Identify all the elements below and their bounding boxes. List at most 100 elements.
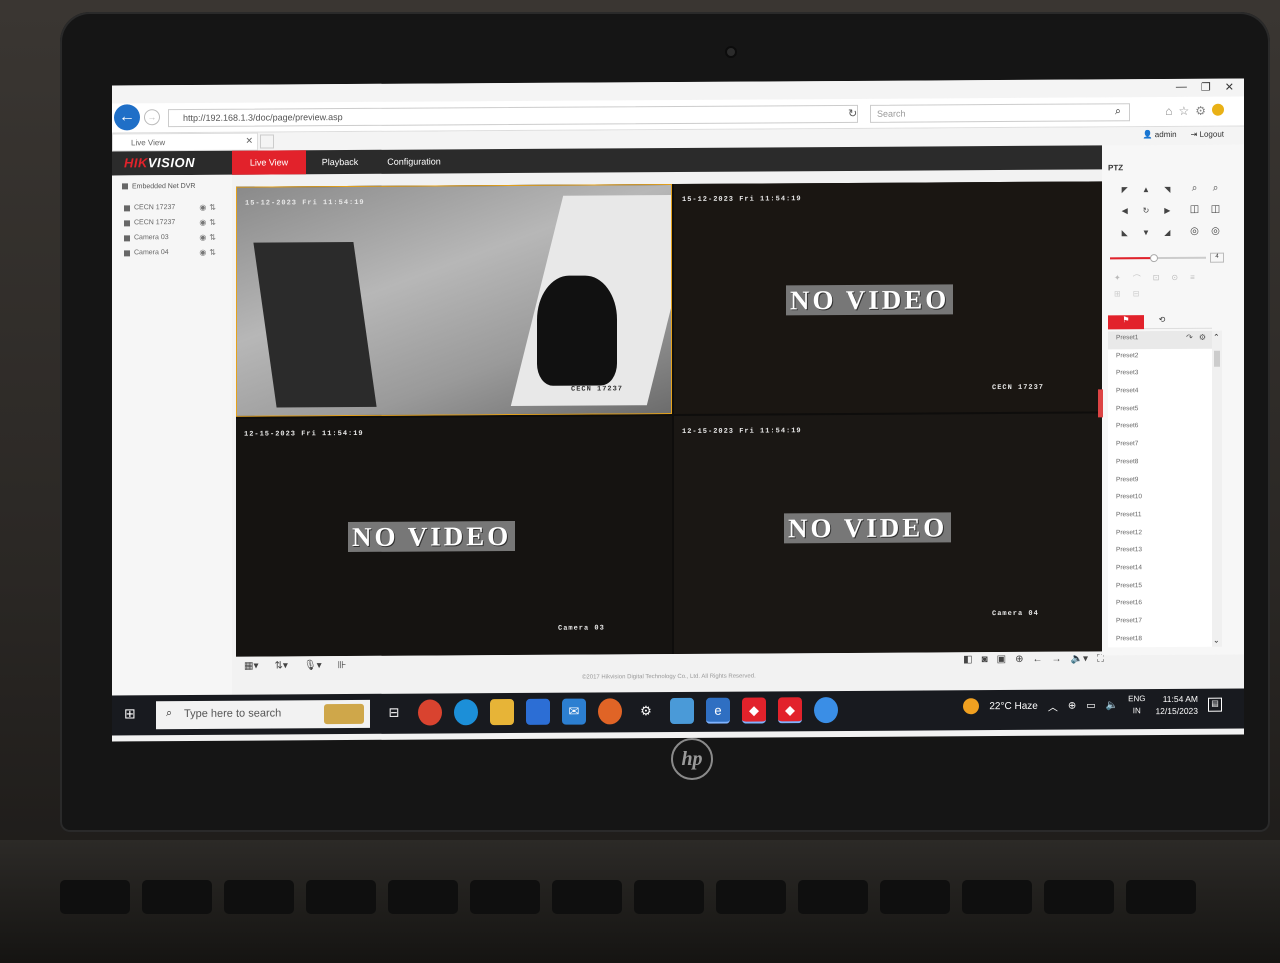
weather-icon[interactable] — [963, 698, 980, 715]
ptz-up-right-icon[interactable]: ◥ — [1157, 185, 1178, 198]
minimize-icon[interactable]: — — [1176, 81, 1187, 94]
iris-close-icon[interactable]: ◎ — [1205, 225, 1226, 240]
scroll-thumb[interactable] — [1214, 350, 1220, 367]
tree-camera-item[interactable]: CECN 17237 ◉ ⇅ — [124, 218, 216, 228]
3d-positioning-icon[interactable]: ⊞ — [1114, 289, 1121, 298]
preset-item[interactable]: Preset11 — [1108, 508, 1212, 526]
preset-item[interactable]: Preset17 — [1108, 614, 1212, 632]
tree-camera-item[interactable]: Camera 04 ◉ ⇅ — [124, 248, 216, 258]
tab-close-icon[interactable]: ✕ — [245, 136, 253, 147]
light-icon[interactable]: ✦ — [1114, 273, 1121, 284]
volume-icon[interactable]: 🔈 — [1106, 700, 1118, 711]
browser-tab[interactable]: Live View ✕ — [112, 132, 258, 152]
ptz-down-right-icon[interactable]: ◢ — [1157, 228, 1178, 241]
preset-item[interactable]: Preset2 — [1108, 348, 1212, 366]
preset-item[interactable]: Preset15 — [1108, 578, 1212, 596]
edge-icon[interactable] — [454, 699, 478, 726]
layout-grid-icon[interactable]: ▦▾ — [244, 661, 258, 672]
focus-far-icon[interactable]: ◫ — [1205, 204, 1226, 219]
forward-button[interactable]: → — [144, 109, 160, 126]
restore-icon[interactable]: ❐ — [1201, 81, 1211, 94]
stream-icon[interactable]: ⇅ — [209, 233, 216, 242]
ptz-up-left-icon[interactable]: ◤ — [1114, 185, 1135, 198]
stream-type-icon[interactable]: ⇅▾ — [274, 660, 287, 671]
record-icon[interactable]: ◉ — [199, 248, 206, 257]
preset-item[interactable]: Preset3 — [1108, 366, 1212, 384]
zoom-out-icon[interactable]: ⌕ — [1205, 183, 1226, 198]
chrome-icon[interactable] — [418, 699, 442, 726]
audio-icon[interactable]: ⊪ — [338, 660, 347, 671]
preset-item[interactable]: Preset1 ↷ ⚙ — [1108, 330, 1212, 350]
focus-assist-icon[interactable]: ⊡ — [1153, 273, 1160, 284]
weather-text[interactable]: 22°C Haze — [989, 700, 1037, 711]
panel-collapse-tab[interactable] — [1098, 389, 1103, 418]
scroll-down-icon[interactable]: ⌄ — [1213, 636, 1220, 645]
tree-root[interactable]: Embedded Net DVR — [122, 183, 195, 190]
prev-page-icon[interactable]: ← — [1033, 654, 1043, 665]
focus-near-icon[interactable]: ◫ — [1184, 204, 1205, 219]
wiper-icon[interactable]: ⌒ — [1133, 273, 1141, 284]
settings-gear-icon[interactable]: ⚙ — [1195, 104, 1206, 118]
settings-icon[interactable]: ⚙ — [634, 698, 658, 724]
tab-configuration[interactable]: Configuration — [376, 149, 452, 173]
preset-item[interactable]: Preset7 — [1108, 437, 1212, 455]
ptz-speed-slider[interactable] — [1110, 254, 1206, 263]
clock[interactable]: 11:54 AM 12/15/2023 — [1155, 693, 1198, 717]
tab-preset-icon[interactable]: ⚑ — [1108, 315, 1144, 330]
next-page-icon[interactable]: → — [1052, 654, 1062, 665]
tab-live-view[interactable]: Live View — [232, 150, 306, 175]
digital-zoom-icon[interactable]: ⊕ — [1015, 654, 1023, 665]
record-icon[interactable]: ▣ — [997, 654, 1006, 665]
preset-scrollbar[interactable]: ⌃ ⌄ — [1212, 330, 1222, 647]
logout-link[interactable]: ⇥ Logout — [1191, 130, 1224, 139]
record-icon[interactable]: ◉ — [199, 233, 206, 242]
record-icon[interactable]: ◉ — [199, 218, 206, 227]
preset-item[interactable]: Preset13 — [1108, 543, 1212, 561]
ptz-auto-icon[interactable]: ↻ — [1135, 206, 1156, 219]
zoom-in-icon[interactable]: ⌕ — [1184, 183, 1205, 198]
tree-camera-item[interactable]: Camera 03 ◉ ⇅ — [124, 233, 216, 243]
preset-item[interactable]: Preset6 — [1108, 419, 1212, 437]
user-name[interactable]: 👤 admin — [1143, 130, 1177, 139]
capture-camera-icon[interactable]: ◙ — [982, 654, 988, 665]
preset-item[interactable]: Preset10 — [1108, 490, 1212, 508]
stream-icon[interactable]: ⇅ — [209, 248, 216, 257]
preset-item[interactable]: Preset8 — [1108, 455, 1212, 473]
stop-all-icon[interactable]: ◧ — [963, 654, 972, 665]
task-view-icon[interactable]: ⊟ — [382, 700, 406, 726]
notification-icon[interactable]: ▤ — [1208, 697, 1222, 712]
manual-tracking-icon[interactable]: ⊟ — [1133, 289, 1140, 298]
search-input[interactable]: Search ⌕ — [870, 103, 1130, 123]
battery-icon[interactable]: ▭ — [1086, 700, 1095, 711]
tray-chevron-icon[interactable]: ︿ — [1048, 698, 1058, 713]
file-explorer-icon[interactable] — [490, 699, 514, 726]
new-tab-button[interactable] — [260, 134, 274, 149]
monitor-app-icon[interactable] — [670, 697, 694, 725]
stream-icon[interactable]: ⇅ — [209, 218, 216, 227]
volume-icon[interactable]: 🔈▾ — [1071, 653, 1088, 664]
record-icon[interactable]: ◉ — [199, 203, 206, 212]
feedback-smiley-icon[interactable] — [1212, 103, 1224, 116]
internet-explorer-icon[interactable]: e — [706, 697, 730, 724]
scroll-up-icon[interactable]: ⌃ — [1213, 333, 1220, 342]
taskbar-search-box[interactable]: ⌕ Type here to search — [156, 699, 370, 730]
store-icon[interactable] — [526, 698, 550, 725]
set-preset-icon[interactable]: ⚙ — [1199, 333, 1206, 342]
iris-open-icon[interactable]: ◎ — [1184, 225, 1205, 240]
stream-icon[interactable]: ⇅ — [209, 203, 216, 212]
video-cell-3[interactable]: 12-15-2023 Fri 11:54:19 NO VIDEO Camera … — [236, 416, 672, 657]
preset-item[interactable]: Preset4 — [1108, 384, 1212, 402]
ptz-left-icon[interactable]: ◀ — [1114, 207, 1135, 220]
tab-playback[interactable]: Playback — [308, 150, 372, 174]
language-indicator[interactable]: ENG IN — [1128, 693, 1145, 717]
preset-item[interactable]: Preset9 — [1108, 472, 1212, 490]
lens-init-icon[interactable]: ⊙ — [1171, 273, 1178, 284]
preset-item[interactable]: Preset12 — [1108, 525, 1212, 543]
windows-start-icon[interactable]: ⊞ — [124, 705, 140, 721]
call-preset-icon[interactable]: ↷ — [1186, 333, 1193, 342]
preset-item[interactable]: Preset14 — [1108, 561, 1212, 579]
ivms-app-icon[interactable]: ◆ — [742, 697, 766, 724]
slider-knob[interactable] — [1150, 254, 1159, 263]
tab-patrol-icon[interactable]: ⟲ — [1144, 315, 1180, 329]
ptz-right-icon[interactable]: ▶ — [1157, 206, 1178, 219]
